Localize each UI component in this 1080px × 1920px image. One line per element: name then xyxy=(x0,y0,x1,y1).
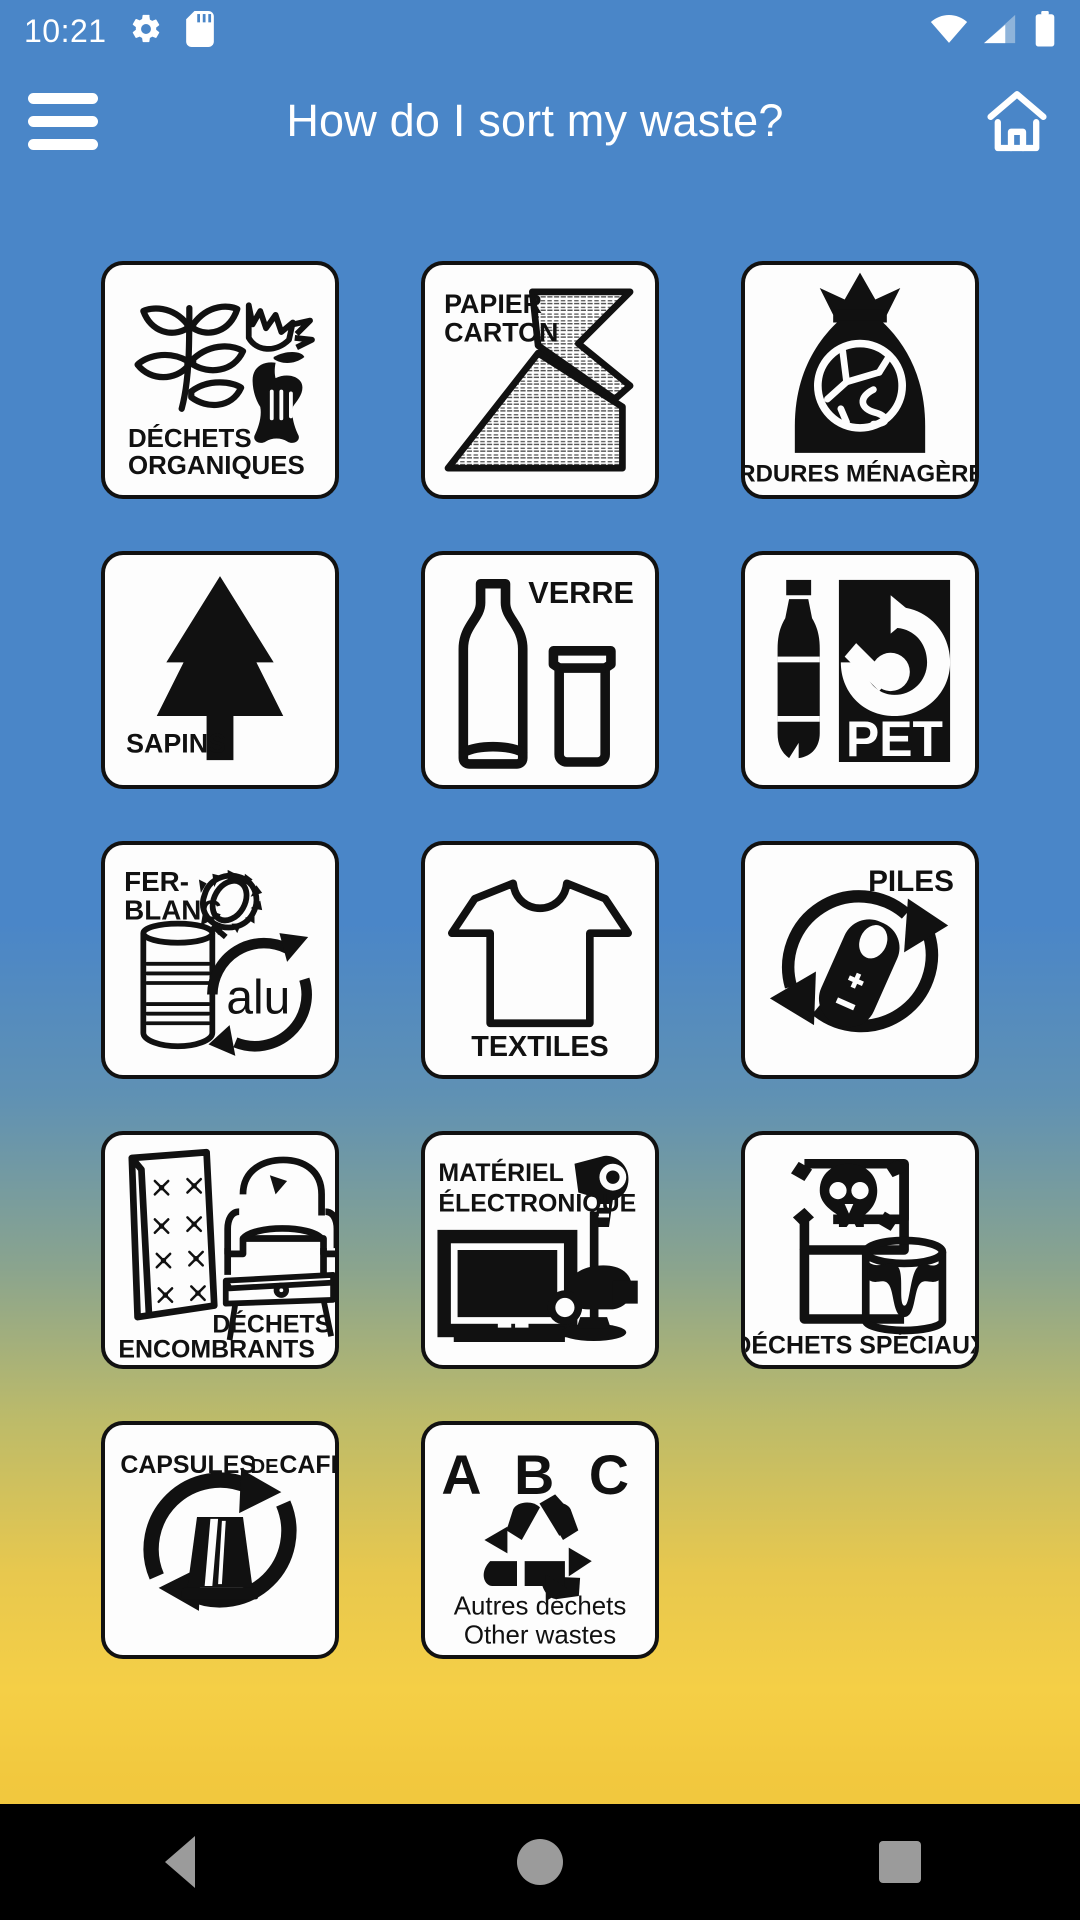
tile-textiles[interactable]: TEXTILES xyxy=(380,838,700,1081)
tile-dechets-speciaux[interactable]: DÉCHETS SPÉCIAUX xyxy=(700,1128,1020,1371)
fir-tree-icon: SAPINS xyxy=(126,575,284,760)
recycling-triangle-icon: A B C Autres déchets Other wastes xyxy=(441,1444,638,1650)
tile-icon-container: A B C Autres déchets Other wastes xyxy=(421,1420,659,1659)
tile-dechets-organiques[interactable]: DÉCHETS ORGANIQUES xyxy=(60,258,380,501)
tile-label-line: CARTON xyxy=(444,317,558,347)
waste-category-grid: DÉCHETS ORGANIQUES PAPIER CARTON DURES M… xyxy=(0,258,1080,1661)
gear-icon xyxy=(129,12,163,51)
paper-cardboard-icon: PAPIER CARTON xyxy=(444,287,634,472)
tile-label-line: alu xyxy=(226,971,290,1024)
tile-icon-container: DÉCHETS SPÉCIAUX xyxy=(741,1130,979,1369)
phone-screen: 10:21 How do I sort my waste? DÉCHETS OR… xyxy=(0,0,1080,1920)
home-circle-icon xyxy=(517,1839,563,1885)
home-icon[interactable] xyxy=(978,82,1056,160)
back-triangle-icon xyxy=(165,1836,195,1888)
tile-ordures-menageres[interactable]: ORDURES MÉNAGÈRES xyxy=(700,258,1020,501)
app-bar: How do I sort my waste? xyxy=(0,62,1080,180)
tile-sapins[interactable]: SAPINS xyxy=(60,548,380,791)
tile-label-line: ÉLECTRONIQUE xyxy=(438,1188,636,1217)
bulky-waste-furniture-icon: DÉCHETS ENCOMBRANTS xyxy=(118,1148,335,1363)
tile-label-line: DÉCHETS xyxy=(128,424,252,453)
nav-back-button[interactable] xyxy=(120,1804,240,1920)
nav-home-button[interactable] xyxy=(480,1804,600,1920)
tile-materiel-electronique[interactable]: MATÉRIEL ÉLECTRONIQUE xyxy=(380,1128,700,1371)
tile-label-line: BLANC xyxy=(124,894,221,925)
tile-label-line: PET xyxy=(846,711,943,767)
tile-label-line: ORDURES MÉNAGÈRES xyxy=(745,459,975,487)
android-navigation-bar xyxy=(0,1804,1080,1920)
tile-label-line: Autres déchets xyxy=(454,1592,627,1620)
tile-label-line: FER- xyxy=(124,866,189,897)
tile-capsules-de-cafe[interactable]: CAPSULES DE CAFÉ xyxy=(60,1418,380,1661)
tile-icon-container: VERRE xyxy=(421,550,659,789)
glass-bottle-jar-icon: VERRE xyxy=(458,575,634,769)
status-clock: 10:21 xyxy=(24,12,107,49)
status-bar-left: 10:21 xyxy=(24,10,215,52)
tile-icon-container: CAPSULES DE CAFÉ xyxy=(101,1420,339,1659)
wifi-icon xyxy=(930,14,968,49)
tile-icon-container: PAPIER CARTON xyxy=(421,260,659,499)
tile-label-line: DÉCHETS xyxy=(212,1309,331,1338)
tile-icon-container: alu FER- BLANC xyxy=(101,840,339,1079)
tile-fer-blanc[interactable]: alu FER- BLANC xyxy=(60,838,380,1081)
tile-icon-container: TEXTILES xyxy=(421,840,659,1079)
sd-card-icon xyxy=(185,10,215,52)
tin-can-alu-icon: alu FER- BLANC xyxy=(124,866,312,1056)
tile-verre[interactable]: VERRE xyxy=(380,548,700,791)
tile-icon-container: PILES xyxy=(741,840,979,1079)
tile-label-line: MATÉRIEL xyxy=(438,1158,563,1187)
garbage-bag-icon: ORDURES MÉNAGÈRES xyxy=(745,272,975,487)
battery-recycling-icon: PILES xyxy=(769,865,954,1032)
tile-label-line: CAPSULES xyxy=(120,1450,256,1478)
tile-label-line: DE xyxy=(251,1455,279,1477)
hamburger-bar xyxy=(28,92,98,104)
cellular-signal-icon xyxy=(984,14,1018,49)
pet-bottle-recycling-icon: PET xyxy=(777,579,951,767)
tile-icon-container: DÉCHETS ENCOMBRANTS xyxy=(101,1130,339,1369)
tile-label-line: VERRE xyxy=(528,575,634,609)
tile-label-line: CAFÉ xyxy=(279,1449,335,1478)
status-bar: 10:21 xyxy=(0,0,1080,62)
coffee-capsule-recycling-icon: CAPSULES DE CAFÉ xyxy=(120,1449,335,1611)
tile-label-line: ENCOMBRANTS xyxy=(118,1335,314,1363)
tile-icon-container: SAPINS xyxy=(101,550,339,789)
tile-label-line: A B C xyxy=(441,1444,638,1506)
tile-label-line: SAPINS xyxy=(126,728,226,758)
hazardous-waste-icon: DÉCHETS SPÉCIAUX xyxy=(745,1158,975,1359)
tile-label-line: PAPIER xyxy=(444,288,542,318)
tile-label-line: DÉCHETS SPÉCIAUX xyxy=(745,1330,975,1359)
hamburger-bar xyxy=(28,138,98,150)
recents-square-icon xyxy=(879,1841,921,1883)
tile-label-line: ORGANIQUES xyxy=(128,451,305,479)
hamburger-bar xyxy=(28,115,98,127)
tshirt-icon: TEXTILES xyxy=(448,879,633,1062)
tile-piles[interactable]: PILES xyxy=(700,838,1020,1081)
status-bar-right xyxy=(930,10,1056,52)
tile-icon-container: PET xyxy=(741,550,979,789)
tile-label-line: TEXTILES xyxy=(471,1030,608,1062)
tile-dechets-encombrants[interactable]: DÉCHETS ENCOMBRANTS xyxy=(60,1128,380,1371)
tile-papier-carton[interactable]: PAPIER CARTON xyxy=(380,258,700,501)
electronic-equipment-icon: MATÉRIEL ÉLECTRONIQUE xyxy=(437,1155,638,1342)
tile-icon-container: ORDURES MÉNAGÈRES xyxy=(741,260,979,499)
battery-icon xyxy=(1034,10,1056,52)
hamburger-menu-icon[interactable] xyxy=(24,82,102,160)
organic-waste-icon: DÉCHETS ORGANIQUES xyxy=(128,301,315,479)
page-title: How do I sort my waste? xyxy=(286,95,784,146)
tile-pet[interactable]: PET xyxy=(700,548,1020,791)
tile-label-line: Other wastes xyxy=(464,1621,616,1649)
tile-abc-autres-dechets[interactable]: A B C Autres déchets Other wastes xyxy=(380,1418,700,1661)
tile-icon-container: DÉCHETS ORGANIQUES xyxy=(101,260,339,499)
nav-recents-button[interactable] xyxy=(840,1804,960,1920)
tile-icon-container: MATÉRIEL ÉLECTRONIQUE xyxy=(421,1130,659,1369)
tile-label-line: PILES xyxy=(868,865,954,898)
